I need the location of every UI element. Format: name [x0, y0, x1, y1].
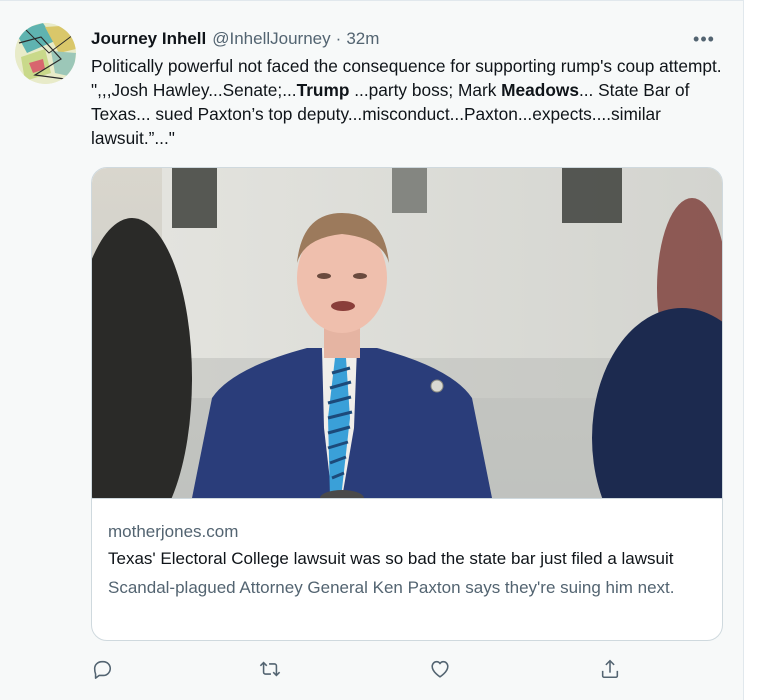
link-preview-card[interactable]: motherjones.com Texas' Electoral College… — [91, 167, 723, 641]
reply-button[interactable] — [82, 651, 122, 687]
reply-icon — [93, 660, 112, 679]
link-title: Texas' Electoral College lawsuit was so … — [108, 549, 674, 568]
retweet-icon — [259, 661, 281, 677]
author-handle[interactable]: @InhellJourney — [212, 29, 330, 49]
tweet-header: Journey Inhell @InhellJourney · 32m ••• — [91, 28, 723, 50]
separator-dot: · — [335, 29, 342, 48]
author-name[interactable]: Journey Inhell — [91, 29, 206, 49]
avatar[interactable] — [15, 23, 76, 84]
link-preview-image[interactable] — [92, 168, 722, 498]
tweet-text: Politically powerful not faced the conse… — [91, 54, 731, 150]
link-description: Scandal-plagued Attorney General Ken Pax… — [108, 578, 675, 597]
share-icon — [601, 659, 619, 679]
tweet-text-bold: Meadows — [501, 80, 579, 100]
tweet-text-segment: ...party boss; Mark — [349, 80, 502, 100]
tweet-timestamp[interactable]: 32m — [346, 29, 379, 49]
retweet-button[interactable] — [250, 651, 290, 687]
avatar-image — [15, 23, 76, 84]
heart-icon — [431, 660, 449, 678]
tweet-text-bold: Trump — [296, 80, 350, 100]
link-domain: motherjones.com — [108, 522, 239, 541]
card-divider — [92, 498, 722, 499]
tweet[interactable]: Journey Inhell @InhellJourney · 32m ••• … — [0, 0, 744, 700]
share-button[interactable] — [590, 651, 630, 687]
more-options-icon[interactable]: ••• — [687, 26, 721, 52]
tweet-actions — [80, 651, 640, 687]
like-button[interactable] — [420, 651, 460, 687]
